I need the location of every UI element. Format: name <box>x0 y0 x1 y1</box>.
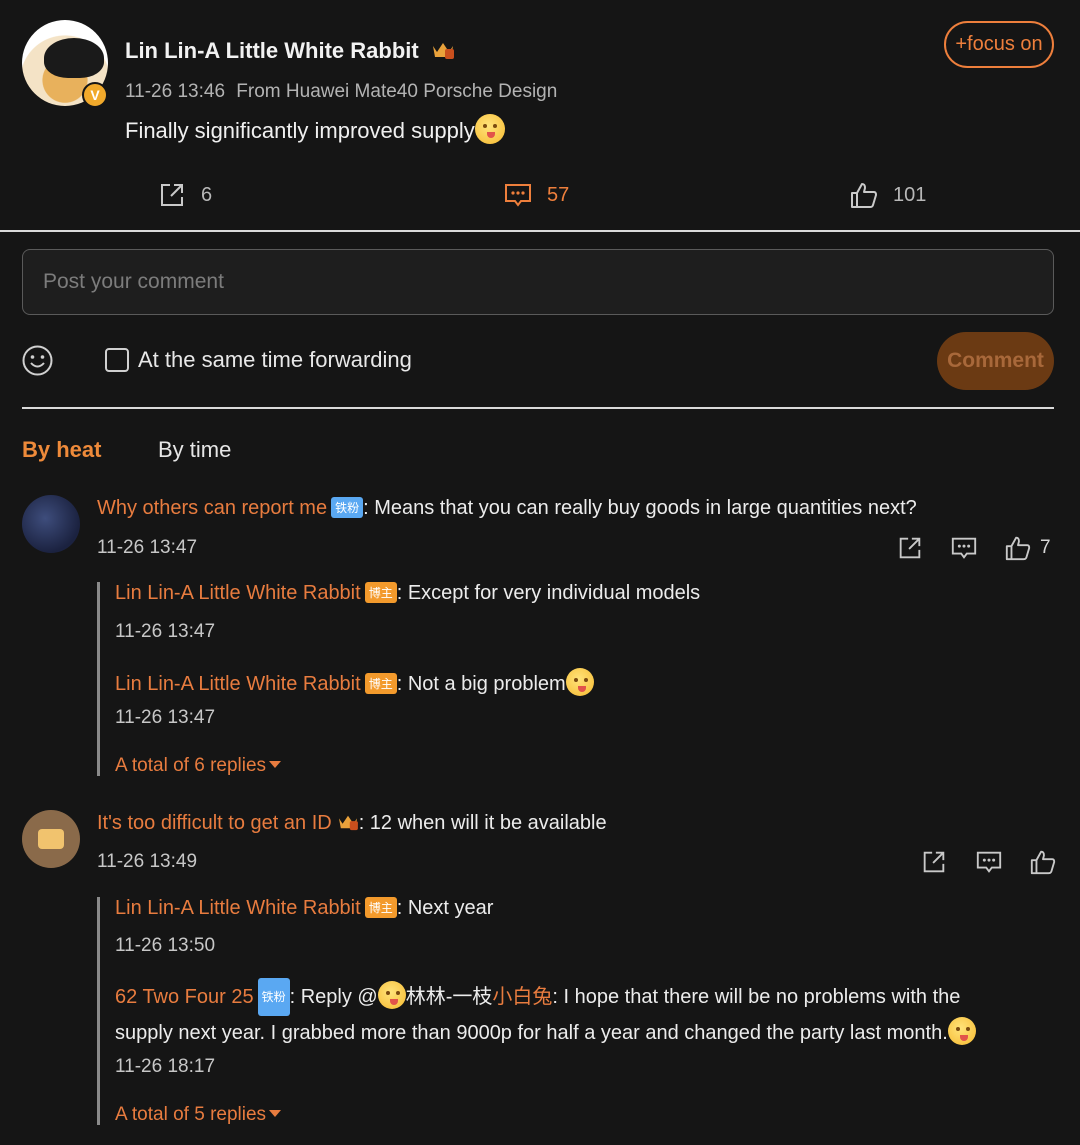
comment-icon[interactable] <box>950 534 978 562</box>
reply-text: : Except for very individual models <box>396 582 701 604</box>
reply-text: : Not a big problem <box>396 673 566 695</box>
laughing-emoji-icon <box>947 1017 976 1045</box>
comment-text: : 12 when will it be available <box>358 812 607 834</box>
host-tag-badge: 博主 <box>364 582 397 603</box>
post-body: Finally significantly improved supply <box>125 114 505 144</box>
mention-text-a[interactable]: 林林-一枝 <box>406 986 493 1008</box>
smiley-icon[interactable] <box>21 344 54 377</box>
author-name[interactable]: Lin Lin-A Little White Rabbit <box>125 38 419 63</box>
host-tag-badge: 博主 <box>364 673 397 694</box>
post-text: Finally significantly improved supply <box>125 118 475 143</box>
reply-time: 11-26 13:50 <box>115 935 216 956</box>
crown-icon <box>338 815 358 831</box>
tab-by-heat[interactable]: By heat <box>22 437 101 463</box>
reply-time: 11-26 18:17 <box>115 1056 216 1077</box>
forward-icon[interactable] <box>920 848 948 876</box>
mention-avatar-icon <box>377 981 406 1009</box>
comment-text: : Means that you can really buy goods in… <box>363 497 917 519</box>
post-source: From Huawei Mate40 Porsche Design <box>236 81 558 102</box>
host-tag-badge: 博主 <box>364 897 397 918</box>
divider <box>22 407 1054 409</box>
like-action[interactable]: 101 <box>849 180 926 210</box>
comment-user[interactable]: Why others can report me <box>97 497 327 519</box>
comment-time: 11-26 13:47 <box>97 537 198 558</box>
post-meta: 11-26 13:46 From Huawei Mate40 Porsche D… <box>125 81 557 103</box>
avatar[interactable] <box>22 810 80 868</box>
tongue-emoji-icon <box>474 114 505 144</box>
reply-user[interactable]: Lin Lin-A Little White Rabbit <box>115 582 361 604</box>
reply-user[interactable]: Lin Lin-A Little White Rabbit <box>115 897 361 919</box>
reply-time: 11-26 13:47 <box>115 707 216 728</box>
forward-label[interactable]: At the same time forwarding <box>138 347 412 373</box>
comment-time: 11-26 13:49 <box>97 851 198 872</box>
comment-count: 57 <box>547 183 570 206</box>
verified-badge-icon: V <box>82 82 108 108</box>
comment-line: It's too difficult to get an ID : 12 whe… <box>97 812 607 835</box>
comment-user[interactable]: It's too difficult to get an ID <box>97 812 332 834</box>
mention-text-b[interactable]: 小白兔 <box>492 986 552 1008</box>
comment-icon[interactable] <box>975 848 1003 876</box>
fan-tag-badge: 铁粉 <box>257 978 290 1016</box>
forward-checkbox[interactable] <box>105 348 129 372</box>
avatar[interactable] <box>22 495 80 553</box>
comment-like-count: 7 <box>1040 537 1051 558</box>
total-replies-label[interactable]: A total of 5 replies <box>115 1104 266 1125</box>
reply-prefix: : Reply @ <box>289 986 378 1008</box>
caret-down-icon <box>269 1110 282 1117</box>
comment-action[interactable]: 57 <box>503 180 569 210</box>
comment-icon <box>505 184 531 207</box>
reply-line: Lin Lin-A Little White Rabbit 博主: Not a b… <box>115 668 594 696</box>
reply-user[interactable]: Lin Lin-A Little White Rabbit <box>115 673 361 695</box>
reply-thread-bar <box>97 897 100 1125</box>
reply-thread-bar <box>97 582 100 776</box>
comment-line: Why others can report me 铁粉: Means that y… <box>97 497 917 520</box>
total-replies-link[interactable]: A total of 5 replies <box>115 1104 282 1126</box>
like-count: 101 <box>893 183 927 206</box>
reply-line: Lin Lin-A Little White Rabbit 博主: Except … <box>115 582 700 605</box>
focus-button[interactable]: +focus on <box>944 21 1054 68</box>
thumbs-up-icon <box>851 183 877 208</box>
total-replies-label[interactable]: A total of 6 replies <box>115 755 266 776</box>
reply-time: 11-26 13:47 <box>115 621 216 642</box>
forward-icon[interactable] <box>896 534 924 562</box>
reply-line: 62 Two Four 25 铁粉: Reply @ 林林-一枝小白兔: I hop… <box>115 978 1015 1050</box>
tongue-emoji-icon <box>565 668 594 696</box>
caret-down-icon <box>269 761 282 768</box>
thumbs-up-icon[interactable] <box>1029 848 1057 876</box>
thumbs-up-icon[interactable] <box>1004 534 1032 562</box>
divider <box>0 230 1080 232</box>
reply-user[interactable]: 62 Two Four 25 <box>115 986 254 1008</box>
forward-count: 6 <box>201 183 213 206</box>
comment-submit-button[interactable]: Comment <box>937 332 1054 390</box>
crown-icon <box>432 43 454 59</box>
fan-tag-badge: 铁粉 <box>331 497 364 518</box>
forward-icon <box>161 184 183 206</box>
author-name-row[interactable]: Lin Lin-A Little White Rabbit <box>125 38 455 64</box>
comment-input[interactable] <box>22 249 1054 315</box>
reply-text: : Next year <box>396 897 494 919</box>
total-replies-link[interactable]: A total of 6 replies <box>115 755 282 777</box>
tab-by-time[interactable]: By time <box>158 437 231 463</box>
reply-line: Lin Lin-A Little White Rabbit 博主: Next ye… <box>115 897 493 920</box>
forward-action[interactable]: 6 <box>157 180 212 210</box>
post-time: 11-26 13:46 <box>125 81 226 102</box>
